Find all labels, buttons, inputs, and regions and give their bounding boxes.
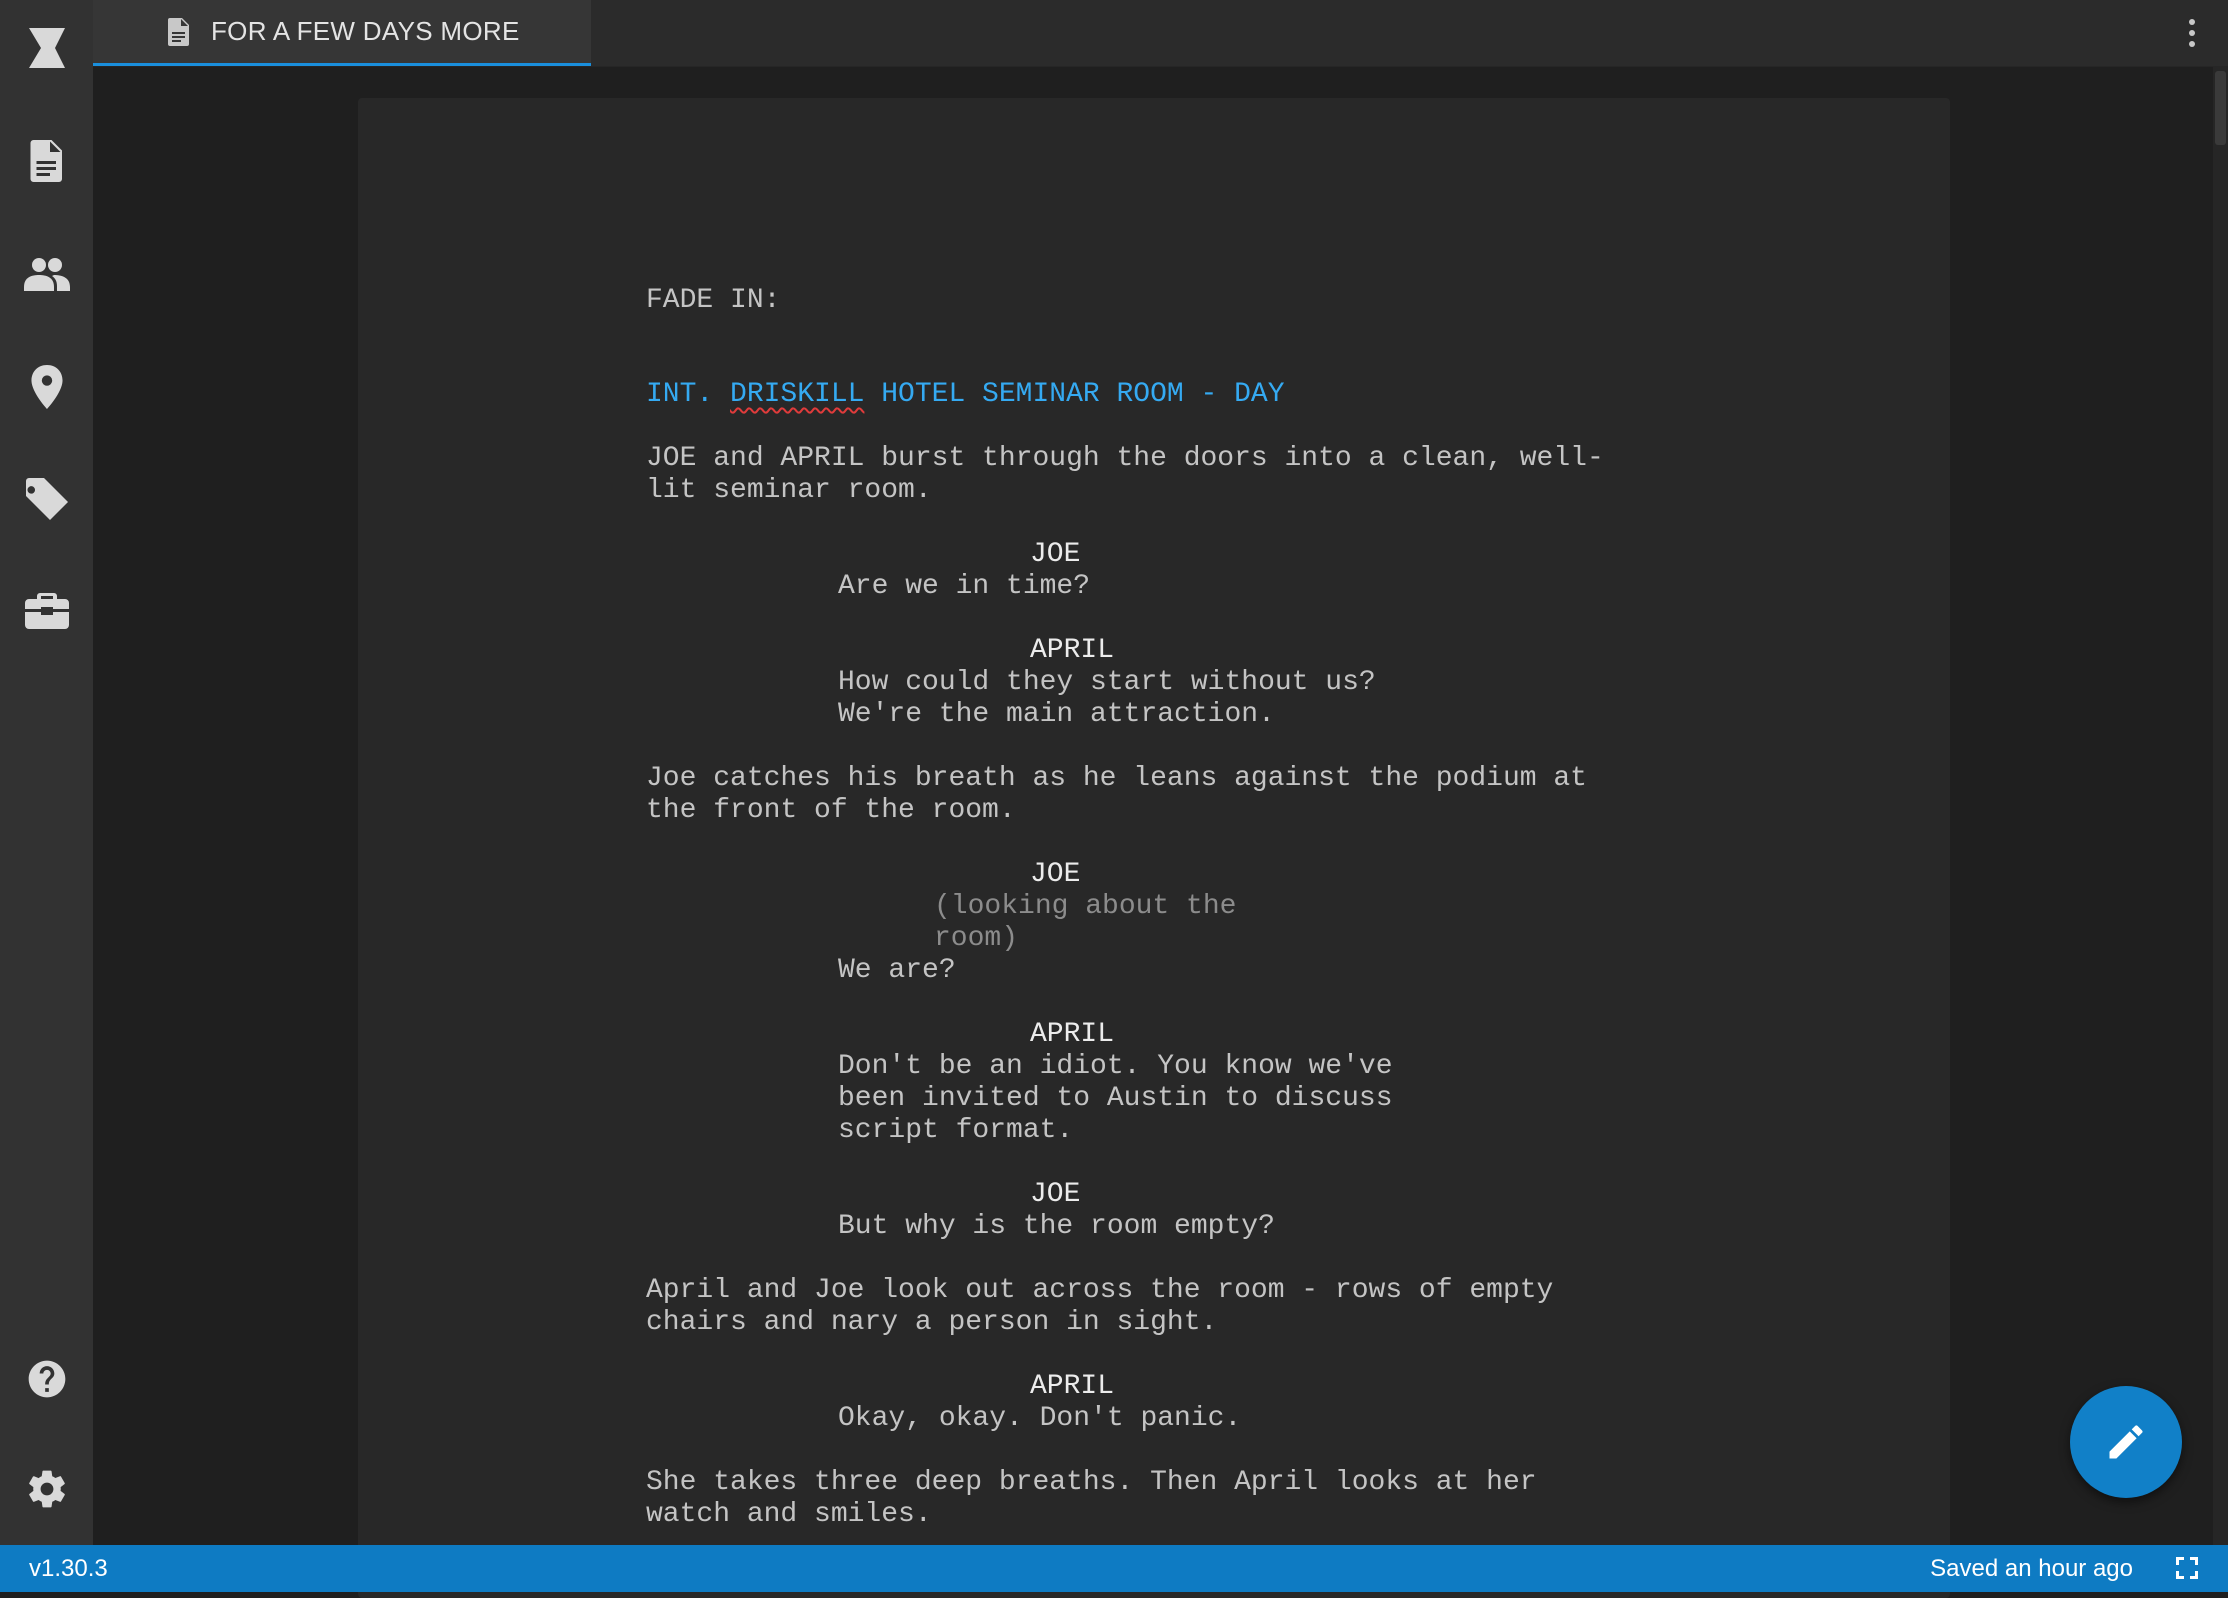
dialogue-line: Okay, okay. Don't panic.	[838, 1403, 1242, 1434]
dialogue-line: Don't be an idiot. You know we've	[838, 1051, 1393, 1082]
tab-script[interactable]: FOR A FEW DAYS MORE	[93, 0, 591, 66]
dialogue-line: We are?	[838, 955, 956, 986]
action-line: lit seminar room.	[646, 475, 932, 506]
dialogue-line: Are we in time?	[838, 571, 1091, 602]
settings-icon[interactable]	[0, 1466, 93, 1512]
more-menu-icon[interactable]	[2180, 14, 2204, 52]
tools-icon[interactable]	[0, 590, 93, 632]
dialogue-line: script format.	[838, 1115, 1074, 1146]
scrollbar[interactable]	[2213, 67, 2228, 1545]
action-line: Joe catches his breath as he leans again…	[646, 763, 1587, 794]
sidebar	[0, 0, 93, 1545]
action-line: watch and smiles.	[646, 1499, 932, 1530]
version-label: v1.30.3	[29, 1555, 108, 1582]
action-line: JOE and APRIL burst through the doors in…	[646, 443, 1604, 474]
parenthetical-line: (looking about the	[934, 891, 1237, 922]
document-icon	[167, 17, 191, 46]
character-name: APRIL	[1030, 1019, 1115, 1050]
dialogue-line: How could they start without us?	[838, 667, 1376, 698]
scene-heading: INT. DRISKILL HOTEL SEMINAR ROOM - DAY	[646, 379, 1285, 410]
parenthetical-line: room)	[934, 923, 1019, 954]
action-line: She takes three deep breaths. Then April…	[646, 1467, 1537, 1498]
action-line: the front of the room.	[646, 795, 1016, 826]
edit-button[interactable]	[2070, 1386, 2182, 1498]
character-name: JOE	[1030, 859, 1081, 890]
help-icon[interactable]	[0, 1356, 93, 1402]
fullscreen-icon[interactable]	[2176, 1557, 2198, 1579]
action-line: April and Joe look out across the room -…	[646, 1275, 1554, 1306]
save-status: Saved an hour ago	[1930, 1555, 2133, 1582]
character-name: JOE	[1030, 1179, 1081, 1210]
tab-bar: FOR A FEW DAYS MORE	[93, 0, 2228, 67]
misspelled-word: DRISKILL	[730, 379, 865, 410]
tags-icon[interactable]	[0, 476, 93, 522]
logo-icon[interactable]	[0, 22, 93, 74]
tab-title: FOR A FEW DAYS MORE	[211, 16, 520, 46]
dialogue-line: been invited to Austin to discuss	[838, 1083, 1393, 1114]
character-name: JOE	[1030, 539, 1081, 570]
dialogue-line: But why is the room empty?	[838, 1211, 1275, 1242]
locations-icon[interactable]	[0, 364, 93, 410]
characters-icon[interactable]	[0, 254, 93, 294]
character-name: APRIL	[1030, 1371, 1115, 1402]
script-icon[interactable]	[0, 138, 93, 184]
screenplay-text[interactable]: FADE IN: INT. DRISKILL HOTEL SEMINAR ROO…	[646, 285, 1604, 1531]
dialogue-line: We're the main attraction.	[838, 699, 1275, 730]
pencil-icon	[2104, 1420, 2148, 1464]
transition: FADE IN:	[646, 285, 781, 316]
action-line: chairs and nary a person in sight.	[646, 1307, 1218, 1338]
status-bar: v1.30.3 Saved an hour ago	[0, 1545, 2228, 1592]
character-name: APRIL	[1030, 635, 1115, 666]
